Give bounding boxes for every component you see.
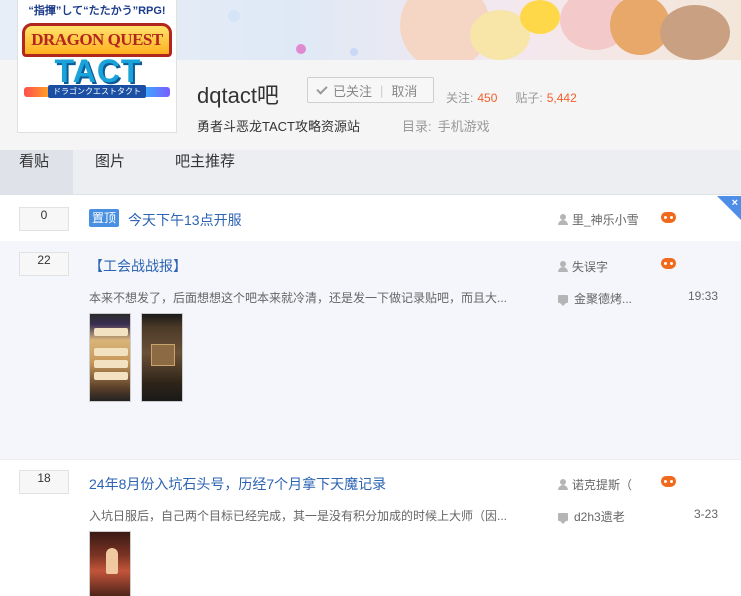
tab-recommended[interactable]: 吧主推荐 (155, 150, 255, 194)
thread-thumbnail[interactable] (141, 313, 183, 402)
tab-posts[interactable]: 看贴 (0, 150, 73, 194)
thread-thumbnail[interactable] (89, 313, 131, 402)
logo-title-sub: TACT (54, 53, 142, 89)
thumb-detail (94, 328, 128, 336)
thread-row[interactable]: 18 24年8月份入坑石头号，历经7个月拿下天魔记录 诺克提斯（ 入坑日服后，自… (0, 459, 741, 596)
forum-category: 目录: 手机游戏 (402, 116, 490, 135)
thread-title[interactable]: 今天下午13点开服 (128, 210, 242, 230)
forum-name[interactable]: dqtact吧 (197, 78, 279, 110)
logo-subtitle: ドラゴンクエストタクト (48, 85, 146, 98)
thread-title[interactable]: 24年8月份入坑石头号，历经7个月拿下天魔记录 (89, 474, 386, 494)
last-reply-name: d2h3遗老 (574, 510, 625, 524)
last-reply-time: 19:33 (687, 289, 718, 303)
posts-count: 5,442 (546, 91, 577, 105)
thread-author[interactable]: 失误字 (558, 258, 608, 275)
forum-slogan: 勇者斗恶龙TACT攻略资源站 (197, 119, 360, 134)
category-link[interactable]: 手机游戏 (438, 119, 490, 134)
forum-logo[interactable]: “指揮”して“たたかう”RPG! DRAGON QUEST TACT ドラゴンク… (17, 0, 177, 133)
thread-excerpt: 本来不想发了，后面想想这个吧本来就冷清，还是发一下做记录贴吧，而且大... (89, 291, 508, 305)
thread-author[interactable]: 里_神乐小雪 (558, 211, 639, 228)
reply-icon (558, 294, 568, 306)
logo-title-main: DRAGON QUEST (22, 23, 172, 57)
follow-count: 450 (477, 91, 498, 105)
reply-count: 22 (19, 252, 69, 276)
forum-tabs: 看贴 图片 吧主推荐 (0, 150, 741, 195)
tab-images[interactable]: 图片 (73, 150, 155, 194)
thread-thumbnail[interactable] (89, 531, 131, 596)
reply-icon (558, 512, 568, 524)
reply-count: 18 (19, 470, 69, 494)
thumb-detail (94, 372, 128, 380)
gamepad-icon (661, 212, 676, 223)
gamepad-icon (661, 476, 676, 487)
category-label: 目录: (402, 119, 432, 134)
thread-author[interactable]: 诺克提斯（ (558, 476, 632, 493)
user-icon (558, 479, 568, 490)
thumb-detail (94, 348, 128, 356)
check-icon (316, 82, 328, 95)
thumb-detail (151, 344, 175, 366)
user-icon (558, 214, 568, 225)
forum-page: “指揮”して“たたかう”RPG! DRAGON QUEST TACT ドラゴンク… (0, 0, 741, 596)
thread-row[interactable]: 0 置顶 今天下午13点开服 里_神乐小雪 (0, 196, 741, 241)
unfollow-button[interactable]: 取消 (391, 81, 417, 100)
forum-stats: 关注: 450 贴子: 5,442 (446, 89, 595, 106)
reply-count: 0 (19, 207, 69, 231)
separator: | (380, 82, 384, 98)
posts-count-label: 贴子: (515, 91, 543, 105)
last-reply-user[interactable]: d2h3遗老 (558, 508, 625, 525)
followed-label: 已关注 (333, 83, 373, 99)
author-name: 失误字 (572, 260, 609, 274)
follow-count-label: 关注: (446, 91, 474, 105)
thumb-detail (106, 548, 118, 574)
thread-row[interactable]: 22 【工会战战报】 失误字 本来不想发了，后面想想这个吧本来就冷清，还是发一下… (0, 241, 741, 459)
last-reply-time: 3-23 (693, 507, 718, 521)
follow-button[interactable]: 已关注 | 取消 (307, 77, 434, 103)
thread-excerpt: 入坑日服后，自己两个目标已经完成，其一是没有积分加成的时候上大师（因... (89, 509, 508, 523)
last-reply-name: 金聚德烤... (574, 292, 633, 306)
author-name: 诺克提斯（ (572, 478, 633, 492)
author-name: 里_神乐小雪 (572, 213, 639, 227)
thread-title[interactable]: 【工会战战报】 (89, 256, 187, 276)
gamepad-icon (661, 258, 676, 269)
sticky-badge: 置顶 (89, 209, 120, 227)
close-icon[interactable]: × (732, 196, 738, 210)
thumb-detail (94, 360, 128, 368)
last-reply-user[interactable]: 金聚德烤... (558, 290, 632, 307)
user-icon (558, 261, 568, 272)
